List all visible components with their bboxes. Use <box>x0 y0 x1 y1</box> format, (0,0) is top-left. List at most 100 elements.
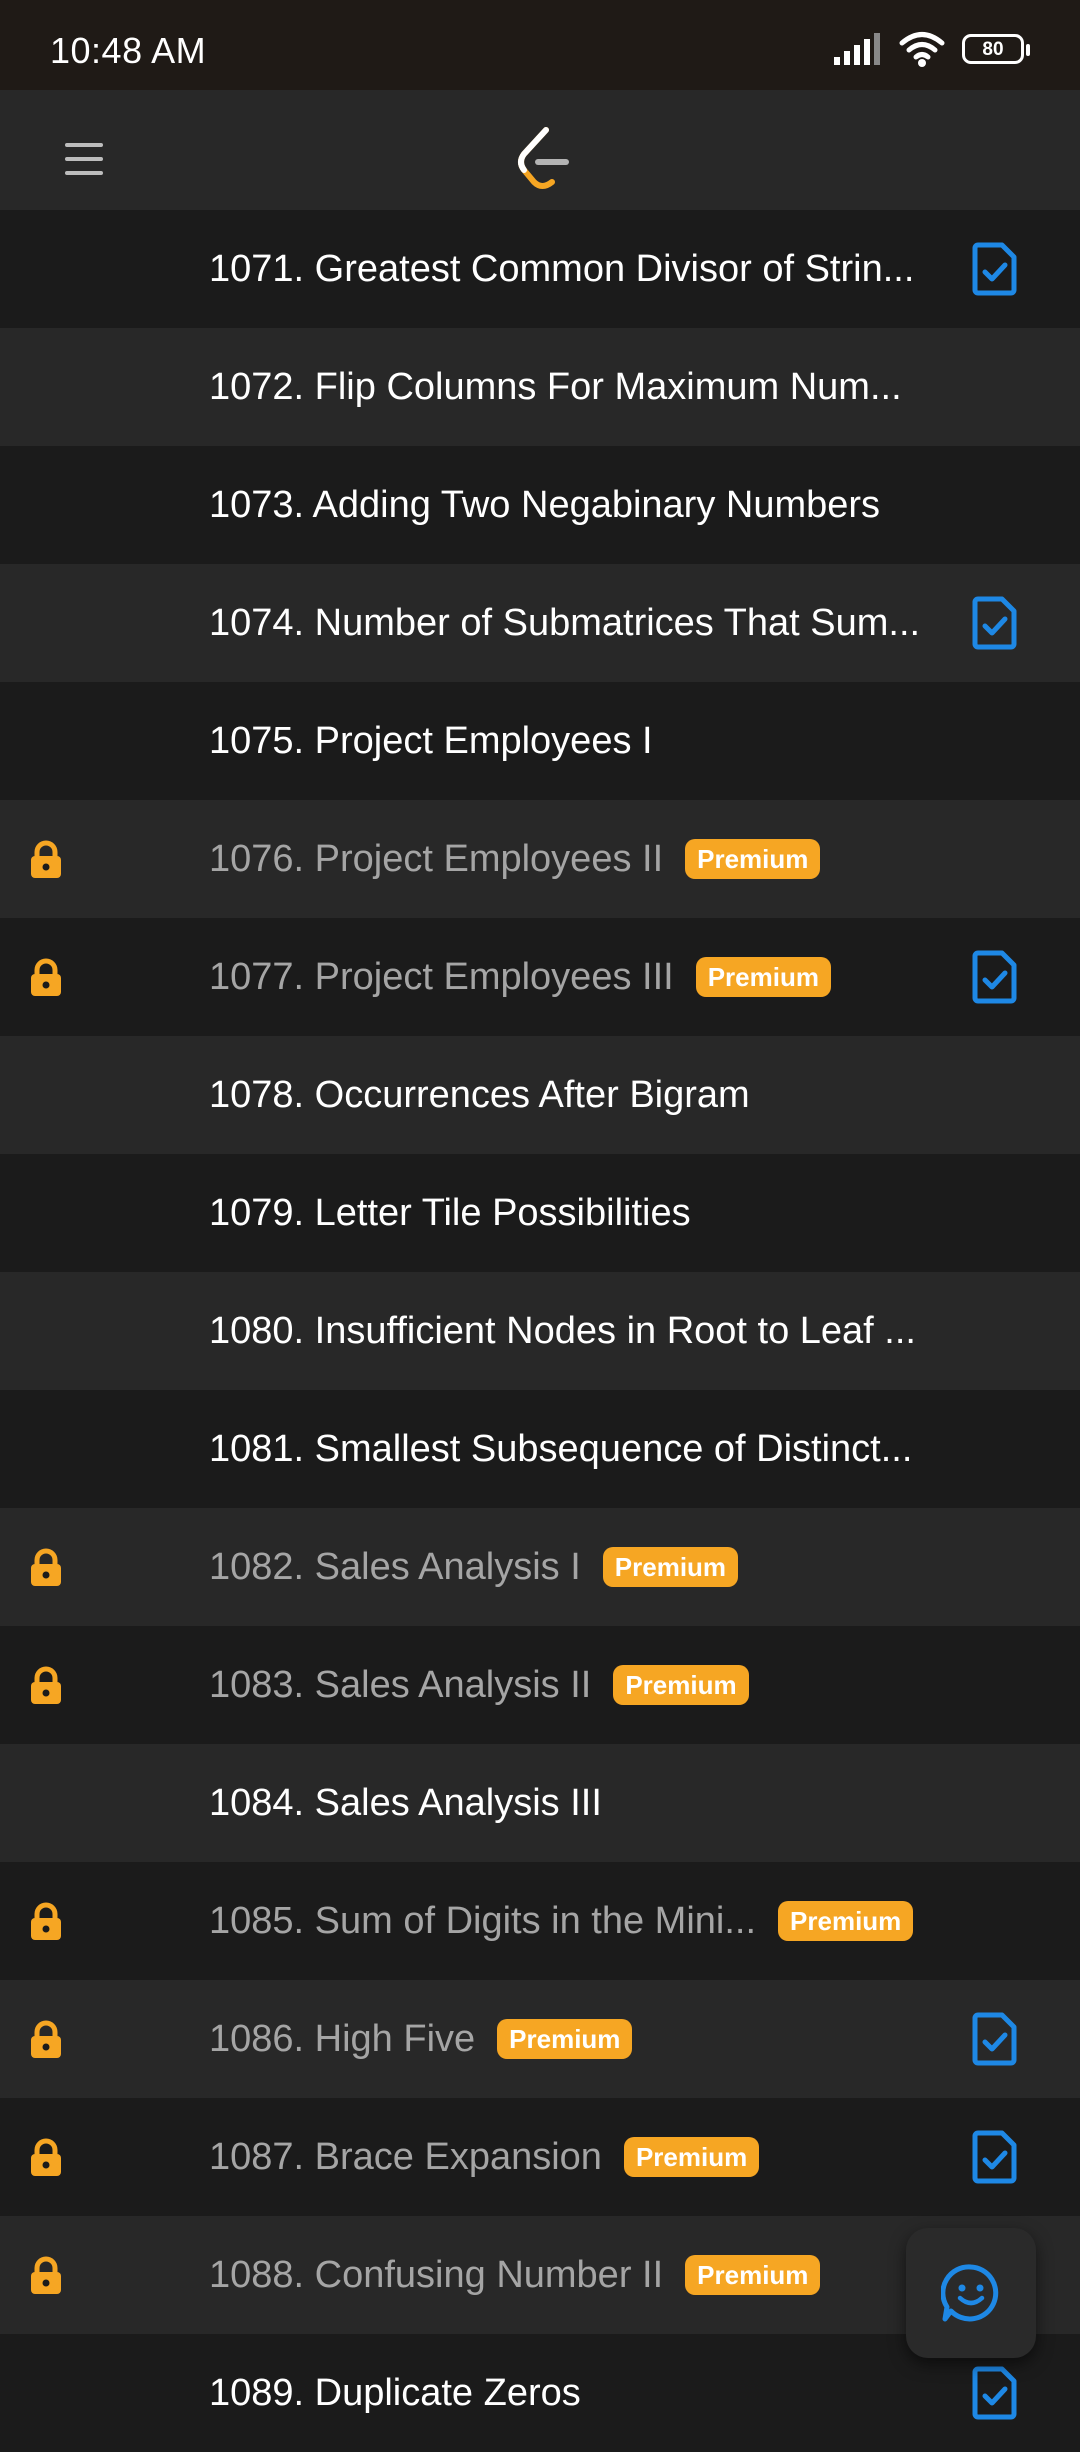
lock-icon-wrap <box>26 2256 66 2296</box>
solution-doc-button[interactable] <box>972 242 1018 296</box>
signal-icon <box>834 33 880 65</box>
problem-title-wrap: 1077. Project Employees III Premium <box>209 918 930 1036</box>
problem-title: 1085. Sum of Digits in the Mini... <box>209 1899 757 1942</box>
problem-row[interactable]: 1074. Number of Submatrices That Sum... <box>0 564 1080 682</box>
premium-badge: Premium <box>602 1546 739 1588</box>
problem-row[interactable]: 1086. High Five Premium <box>0 1980 1080 2098</box>
solution-doc-button[interactable] <box>972 2012 1018 2066</box>
problem-title-wrap: 1086. High Five Premium <box>209 1980 930 2098</box>
problem-title: 1074. Number of Submatrices That Sum... <box>209 601 921 644</box>
premium-badge: Premium <box>695 956 831 998</box>
problem-title: 1084. Sales Analysis III <box>209 1781 602 1824</box>
problem-title-wrap: 1089. Duplicate Zeros <box>209 2334 930 2452</box>
problem-row[interactable]: 1075. Project Employees I <box>0 682 1080 800</box>
feedback-button[interactable] <box>906 2228 1036 2358</box>
problem-title-wrap: 1079. Letter Tile Possibilities <box>209 1154 930 1272</box>
app-bar <box>0 90 1080 228</box>
lock-icon-wrap <box>26 958 66 998</box>
solution-doc-button[interactable] <box>972 2366 1018 2420</box>
problem-title: 1081. Smallest Subsequence of Distinct..… <box>209 1427 913 1470</box>
status-icons: 80 <box>834 30 1030 68</box>
lock-icon <box>31 958 61 996</box>
problem-list: 1071. Greatest Common Divisor of Strin..… <box>0 210 1080 2452</box>
problem-title: 1072. Flip Columns For Maximum Num... <box>209 365 902 408</box>
problem-title: 1087. Brace Expansion <box>209 2135 602 2178</box>
problem-row[interactable]: 1080. Insufficient Nodes in Root to Leaf… <box>0 1272 1080 1390</box>
problem-title-wrap: 1076. Project Employees II Premium <box>209 800 930 918</box>
lock-icon <box>31 1902 61 1940</box>
lock-icon <box>31 1666 61 1704</box>
problem-title: 1088. Confusing Number II <box>209 2253 664 2296</box>
problem-title-wrap: 1078. Occurrences After Bigram <box>209 1036 930 1154</box>
problem-title: 1073. Adding Two Negabinary Numbers <box>209 483 881 526</box>
battery-icon: 80 <box>962 34 1030 64</box>
lock-icon-wrap <box>26 1548 66 1588</box>
problem-title: 1076. Project Employees II <box>209 837 664 880</box>
problem-title-wrap: 1074. Number of Submatrices That Sum... <box>209 564 930 682</box>
premium-badge: Premium <box>497 2018 633 2060</box>
solution-doc-icon <box>972 2130 1017 2184</box>
lock-icon <box>31 2256 61 2294</box>
leetcode-logo[interactable] <box>512 126 576 192</box>
premium-badge: Premium <box>613 1664 749 1706</box>
premium-badge: Premium <box>685 2254 821 2296</box>
status-bar: 10:48 AM 80 <box>0 0 1080 90</box>
lock-icon-wrap <box>26 2020 66 2060</box>
problem-title-wrap: 1084. Sales Analysis III <box>209 1744 930 1862</box>
problem-row[interactable]: 1073. Adding Two Negabinary Numbers <box>0 446 1080 564</box>
problem-title-wrap: 1085. Sum of Digits in the Mini... Premiu… <box>209 1862 930 1980</box>
problem-title-wrap: 1075. Project Employees I <box>209 682 930 800</box>
solution-doc-icon <box>972 950 1017 1004</box>
problem-title: 1077. Project Employees III <box>209 955 674 998</box>
problem-row[interactable]: 1081. Smallest Subsequence of Distinct..… <box>0 1390 1080 1508</box>
lock-icon <box>31 2138 61 2176</box>
problem-title-wrap: 1088. Confusing Number II Premium <box>209 2216 930 2334</box>
leetcode-logo-icon <box>518 127 569 189</box>
problem-row[interactable]: 1083. Sales Analysis II Premium <box>0 1626 1080 1744</box>
battery-level: 80 <box>982 38 1004 60</box>
premium-badge: Premium <box>685 838 821 880</box>
lock-icon <box>31 2020 61 2058</box>
solution-doc-icon <box>972 2012 1017 2066</box>
lock-icon-wrap <box>26 840 66 880</box>
problem-row[interactable]: 1076. Project Employees II Premium <box>0 800 1080 918</box>
hamburger-menu-icon <box>65 143 103 175</box>
solution-doc-button[interactable] <box>972 950 1018 1004</box>
solution-doc-button[interactable] <box>972 2130 1018 2184</box>
lock-icon-wrap <box>26 2138 66 2178</box>
lock-icon <box>31 840 61 878</box>
problem-row[interactable]: 1079. Letter Tile Possibilities <box>0 1154 1080 1272</box>
problem-row[interactable]: 1071. Greatest Common Divisor of Strin..… <box>0 210 1080 328</box>
problem-row[interactable]: 1072. Flip Columns For Maximum Num... <box>0 328 1080 446</box>
problem-title-wrap: 1082. Sales Analysis I Premium <box>209 1508 930 1626</box>
chat-smiley-icon <box>941 2264 999 2322</box>
problem-title: 1079. Letter Tile Possibilities <box>209 1191 691 1234</box>
problem-row[interactable]: 1087. Brace Expansion Premium <box>0 2098 1080 2216</box>
problem-row[interactable]: 1085. Sum of Digits in the Mini... Premiu… <box>0 1862 1080 1980</box>
solution-doc-icon <box>972 2366 1017 2420</box>
problem-title: 1089. Duplicate Zeros <box>209 2371 581 2414</box>
menu-button[interactable] <box>44 124 126 194</box>
problem-row[interactable]: 1077. Project Employees III Premium <box>0 918 1080 1036</box>
problem-title-wrap: 1087. Brace Expansion Premium <box>209 2098 930 2216</box>
lock-icon <box>31 1548 61 1586</box>
problem-title-wrap: 1072. Flip Columns For Maximum Num... <box>209 328 930 446</box>
problem-title: 1083. Sales Analysis II <box>209 1663 592 1706</box>
problem-row[interactable]: 1082. Sales Analysis I Premium <box>0 1508 1080 1626</box>
problem-title-wrap: 1081. Smallest Subsequence of Distinct..… <box>209 1390 930 1508</box>
problem-title: 1080. Insufficient Nodes in Root to Leaf… <box>209 1309 916 1352</box>
problem-title-wrap: 1073. Adding Two Negabinary Numbers <box>209 446 930 564</box>
problem-title-wrap: 1071. Greatest Common Divisor of Strin..… <box>209 210 930 328</box>
premium-badge: Premium <box>623 2136 760 2178</box>
problem-title: 1071. Greatest Common Divisor of Strin..… <box>209 247 915 290</box>
wifi-icon <box>899 32 945 67</box>
lock-icon-wrap <box>26 1902 66 1942</box>
problem-row[interactable]: 1078. Occurrences After Bigram <box>0 1036 1080 1154</box>
solution-doc-button[interactable] <box>972 596 1018 650</box>
problem-title-wrap: 1080. Insufficient Nodes in Root to Leaf… <box>209 1272 930 1390</box>
problem-title: 1082. Sales Analysis I <box>209 1545 581 1588</box>
problem-row[interactable]: 1084. Sales Analysis III <box>0 1744 1080 1862</box>
premium-badge: Premium <box>778 1900 914 1942</box>
problem-title: 1075. Project Employees I <box>209 719 653 762</box>
problem-title: 1086. High Five <box>209 2017 476 2060</box>
